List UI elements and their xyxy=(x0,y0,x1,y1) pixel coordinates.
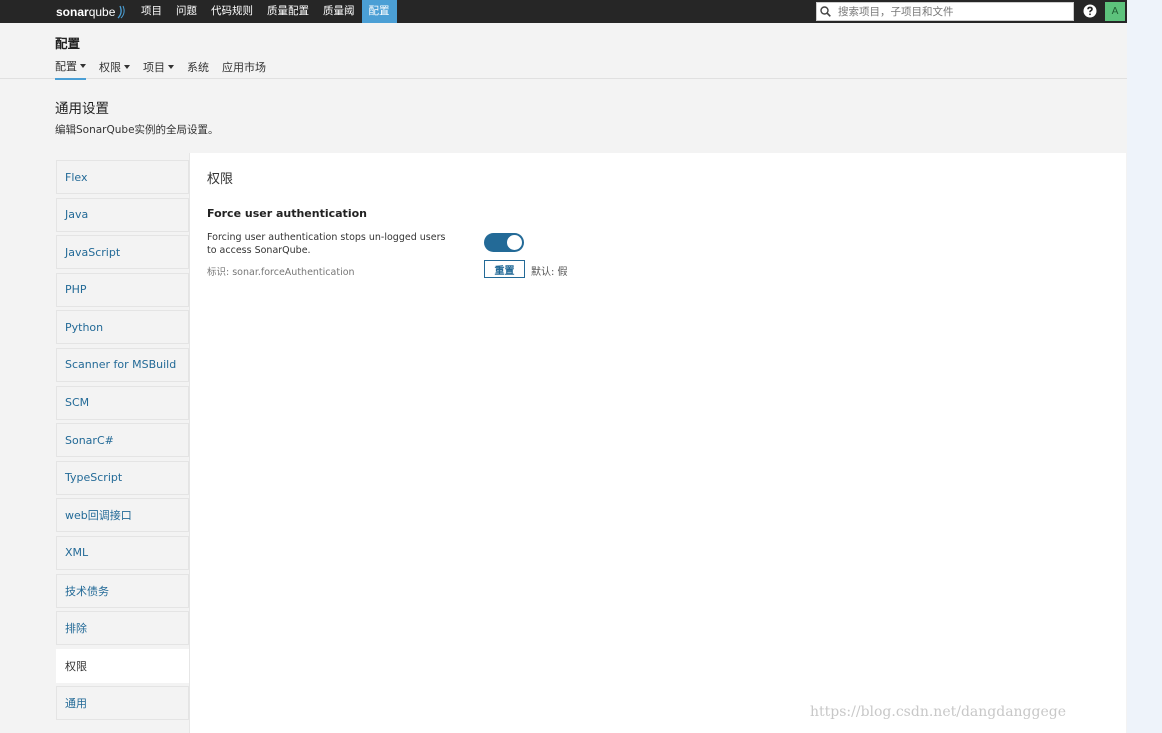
tab-security[interactable]: 权限 xyxy=(99,58,130,80)
tab-label: 权限 xyxy=(99,61,121,74)
global-search xyxy=(816,2,1074,21)
reset-button[interactable]: 重置 xyxy=(484,260,525,278)
default-value: 默认: 假 xyxy=(531,267,568,278)
logo-wave-icon xyxy=(117,5,126,18)
caret-down-icon xyxy=(124,65,130,69)
tab-marketplace[interactable]: 应用市场 xyxy=(222,58,266,80)
nav-menu: 项目 问题 代码规则 质量配置 质量阈 配置 xyxy=(134,0,397,23)
nav-item-administration[interactable]: 配置 xyxy=(361,0,397,23)
tab-configuration[interactable]: 配置 xyxy=(55,58,86,80)
search-icon xyxy=(820,3,836,20)
category-scanner-msbuild[interactable]: Scanner for MSBuild xyxy=(56,347,189,382)
settings-panel: 权限 Force user authentication Forcing use… xyxy=(189,153,1126,733)
section-title: 权限 xyxy=(207,172,234,187)
category-technical-debt[interactable]: 技术债务 xyxy=(56,573,189,608)
tab-label: 配置 xyxy=(55,60,77,73)
category-python[interactable]: Python xyxy=(56,310,189,345)
context-tabs: 配置 权限 项目 系统 应用市场 xyxy=(55,58,279,80)
page-description: 编辑SonarQube实例的全局设置。 xyxy=(55,124,219,136)
category-xml[interactable]: XML xyxy=(56,535,189,570)
category-webhooks[interactable]: web回调接口 xyxy=(56,498,189,533)
tab-label: 系统 xyxy=(187,61,209,74)
category-exclusions[interactable]: 排除 xyxy=(56,611,189,646)
setting-name: Force user authentication xyxy=(207,207,367,220)
nav-item-quality-profiles[interactable]: 质量配置 xyxy=(260,0,316,23)
watermark: https://blog.csdn.net/dangdanggege xyxy=(810,704,1067,720)
category-sonarcsharp[interactable]: SonarC# xyxy=(56,423,189,458)
tab-label: 应用市场 xyxy=(222,61,266,74)
caret-down-icon xyxy=(168,65,174,69)
page-title: 通用设置 xyxy=(55,101,109,117)
search-input[interactable] xyxy=(836,4,1073,19)
nav-item-rules[interactable]: 代码规则 xyxy=(204,0,260,23)
nav-item-issues[interactable]: 问题 xyxy=(169,0,204,23)
caret-down-icon xyxy=(80,64,86,68)
category-java[interactable]: Java xyxy=(56,197,189,232)
page: sonarqube 项目 问题 代码规则 质量配置 质量阈 配置 搜索项目，子项… xyxy=(0,0,1127,733)
category-typescript[interactable]: TypeScript xyxy=(56,460,189,495)
category-list: Flex Java JavaScript PHP Python Scanner … xyxy=(56,160,190,724)
setting-description: Forcing user authentication stops un-log… xyxy=(207,232,446,256)
category-general[interactable]: 通用 xyxy=(56,686,189,721)
nav-item-projects[interactable]: 项目 xyxy=(134,0,169,23)
tab-system[interactable]: 系统 xyxy=(187,58,209,80)
category-javascript[interactable]: JavaScript xyxy=(56,235,189,270)
category-security[interactable]: 权限 xyxy=(56,648,190,683)
context-title: 配置 xyxy=(55,36,81,51)
tab-label: 项目 xyxy=(143,61,165,74)
user-avatar[interactable]: A xyxy=(1105,2,1125,21)
top-navbar: sonarqube 项目 问题 代码规则 质量配置 质量阈 配置 搜索项目，子项… xyxy=(0,0,1127,23)
logo-text: sonarqube xyxy=(56,4,116,19)
nav-item-quality-gates[interactable]: 质量阈 xyxy=(316,0,362,23)
category-scm[interactable]: SCM xyxy=(56,385,189,420)
toggle-knob xyxy=(507,235,522,250)
category-flex[interactable]: Flex xyxy=(56,160,189,194)
question-circle-icon[interactable] xyxy=(1083,4,1097,18)
category-php[interactable]: PHP xyxy=(56,272,189,307)
sonarqube-logo[interactable]: sonarqube xyxy=(56,3,127,20)
force-auth-toggle[interactable] xyxy=(484,233,524,252)
tab-projects[interactable]: 项目 xyxy=(143,58,174,80)
setting-key: 标识: sonar.forceAuthentication xyxy=(207,267,355,278)
context-header: 配置 配置 权限 项目 系统 应用市场 xyxy=(0,23,1127,80)
